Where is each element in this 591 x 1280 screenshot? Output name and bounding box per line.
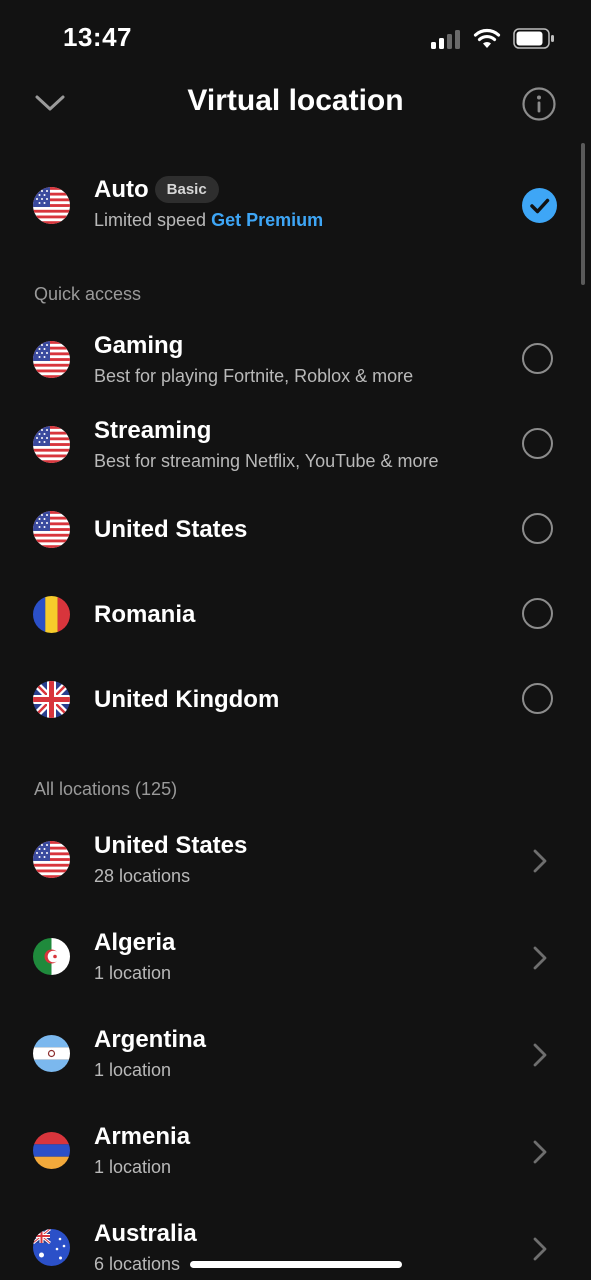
quick-item-title: United States [94, 516, 248, 543]
get-premium-link[interactable]: Get Premium [211, 210, 323, 230]
battery-icon [513, 28, 554, 49]
quick-item-title: Gaming [94, 332, 184, 359]
us-flag-icon [33, 187, 70, 224]
location-count: 1 location [94, 1060, 172, 1080]
quick-access-label: Quick access [34, 284, 142, 304]
quick-item-title: Streaming [94, 417, 212, 444]
quick-item-romania[interactable]: Romania [0, 585, 591, 645]
wifi-icon [473, 28, 501, 48]
location-item-armenia[interactable]: Armenia 1 location [0, 1121, 591, 1183]
radio-button[interactable] [522, 428, 553, 459]
quick-item-subtitle: Best for streaming Netflix, YouTube & mo… [94, 451, 439, 471]
auto-location-row[interactable]: Auto Basic Limited speed Get Premium [0, 170, 591, 244]
all-locations-label: All locations (125) [34, 779, 178, 799]
quick-item-gaming[interactable]: Gaming Best for playing Fortnite, Roblox… [0, 330, 591, 390]
location-title: United States [94, 832, 248, 859]
status-icons [431, 28, 555, 49]
chevron-right-icon[interactable] [532, 1042, 548, 1068]
chevron-right-icon[interactable] [532, 1139, 548, 1165]
location-item-australia[interactable]: Australia 6 locations [0, 1218, 591, 1280]
quick-item-united-states[interactable]: United States [0, 500, 591, 560]
us-flag-icon [33, 341, 70, 378]
status-time: 13:47 [63, 22, 132, 52]
quick-item-streaming[interactable]: Streaming Best for streaming Netflix, Yo… [0, 415, 591, 475]
romania-flag-icon [33, 596, 70, 633]
radio-button[interactable] [522, 683, 553, 714]
location-title: Argentina [94, 1026, 207, 1053]
cellular-signal-icon [431, 29, 460, 49]
argentina-flag-icon [33, 1035, 70, 1072]
selected-check-icon[interactable] [522, 188, 557, 223]
chevron-right-icon[interactable] [532, 945, 548, 971]
basic-badge: Basic [154, 176, 219, 204]
radio-button[interactable] [522, 513, 553, 544]
radio-button[interactable] [522, 598, 553, 629]
location-item-argentina[interactable]: Argentina 1 location [0, 1024, 591, 1086]
location-title: Algeria [94, 929, 176, 956]
chevron-right-icon[interactable] [532, 1236, 548, 1262]
uk-flag-icon [33, 681, 70, 718]
quick-item-subtitle: Best for playing Fortnite, Roblox & more [94, 366, 414, 386]
location-item-united-states[interactable]: United States 28 locations [0, 830, 591, 892]
location-count: 1 location [94, 1157, 172, 1177]
quick-item-united-kingdom[interactable]: United Kingdom [0, 670, 591, 730]
algeria-flag-icon [33, 938, 70, 975]
us-flag-icon [33, 426, 70, 463]
auto-title: Auto [94, 176, 149, 203]
radio-button[interactable] [522, 343, 553, 374]
limited-speed-text: Limited speed [94, 210, 207, 230]
us-flag-icon [33, 841, 70, 878]
auto-subtitle: Limited speed Get Premium [94, 210, 323, 231]
home-indicator[interactable] [190, 1261, 402, 1268]
info-icon[interactable] [522, 87, 556, 121]
location-title: Armenia [94, 1123, 191, 1150]
location-count: 28 locations [94, 866, 191, 886]
location-item-algeria[interactable]: Algeria 1 location [0, 927, 591, 989]
location-title: Australia [94, 1220, 197, 1247]
quick-item-title: Romania [94, 601, 196, 628]
australia-flag-icon [33, 1229, 70, 1266]
chevron-right-icon[interactable] [532, 848, 548, 874]
quick-item-title: United Kingdom [94, 686, 280, 713]
armenia-flag-icon [33, 1132, 70, 1169]
page-title: Virtual location [187, 84, 404, 117]
us-flag-icon [33, 511, 70, 548]
location-count: 1 location [94, 963, 172, 983]
location-count: 6 locations [94, 1254, 181, 1274]
